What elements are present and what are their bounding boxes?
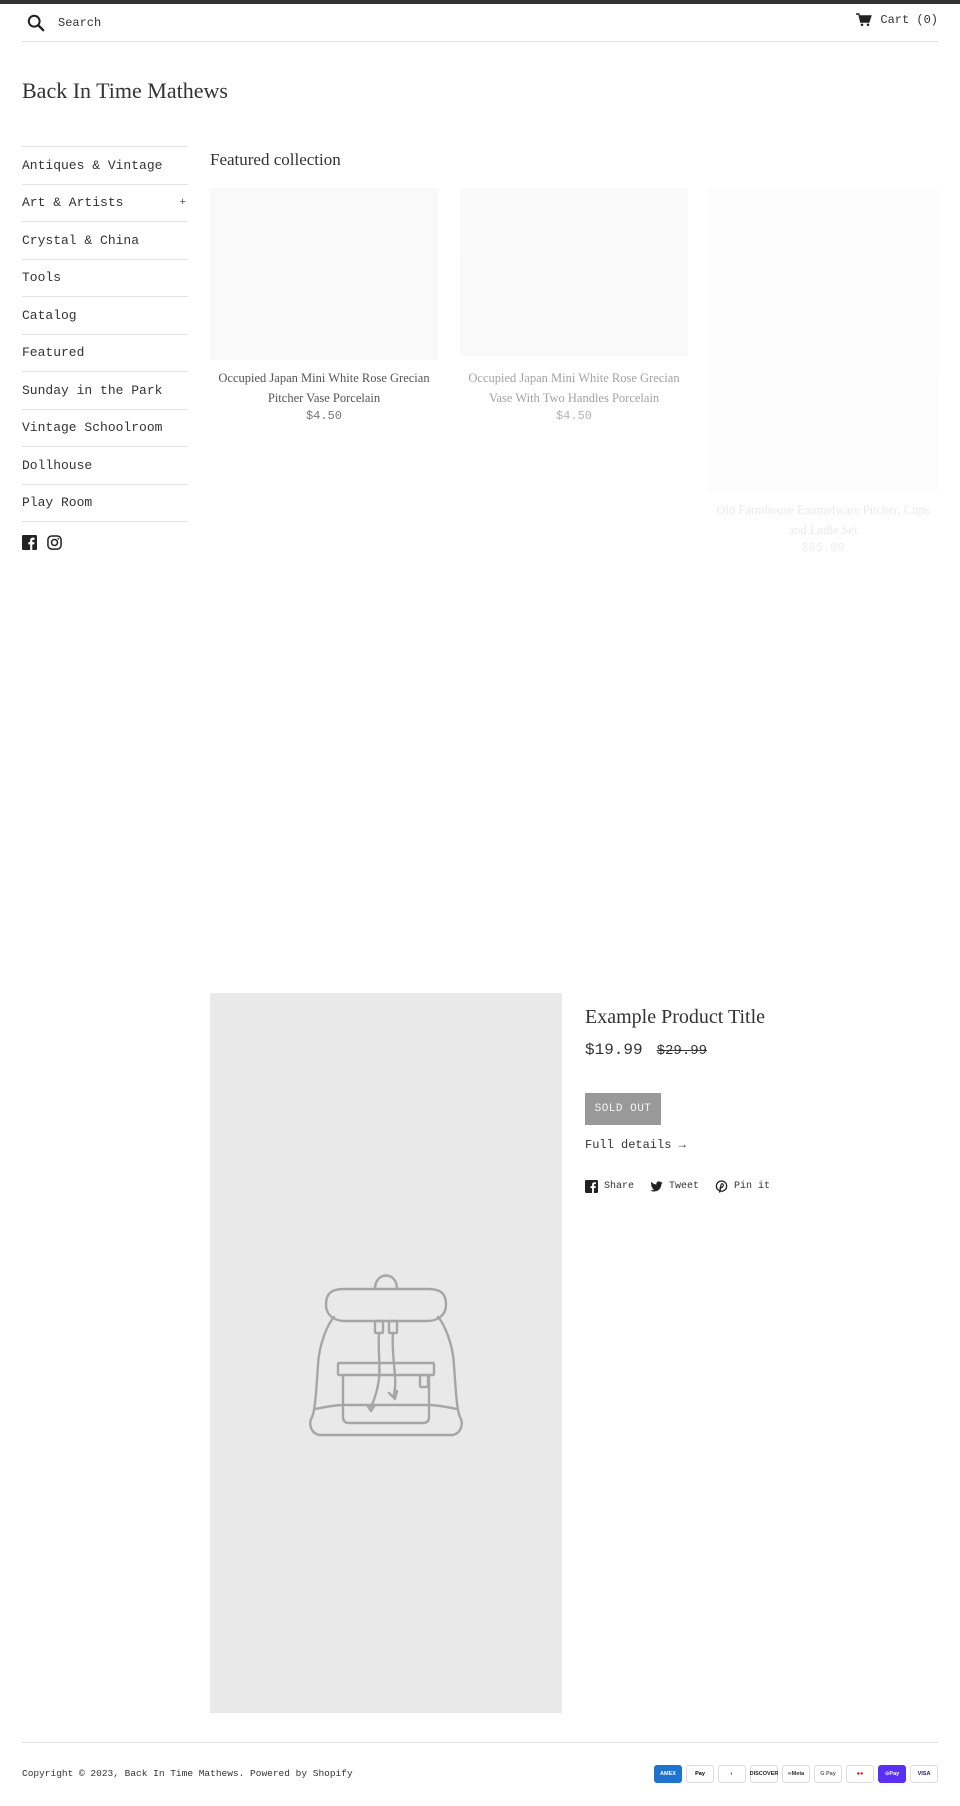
search-input[interactable] [58,11,298,35]
sidebar-item-label: Play Room [22,495,93,511]
product-card[interactable]: Old Farmhouse Enamelware Pitcher, Cups a… [708,188,938,555]
facebook-icon[interactable] [22,535,37,550]
expand-icon[interactable]: + [179,197,188,209]
sidebar-item-label: Tools [22,270,62,286]
cart-icon [856,13,873,27]
instagram-icon[interactable] [47,535,62,550]
product-price: $4.50 [555,409,592,423]
site-header: Cart (0) [22,4,938,42]
sidebar-item-featured[interactable]: Featured [22,335,188,372]
share-label: Pin it [734,1181,771,1192]
search-icon[interactable] [27,14,45,32]
sidebar-item-label: Crystal & China [22,232,140,248]
product-title[interactable]: Occupied Japan Mini White Rose Grecian V… [460,368,688,408]
sidebar-item-label: Dollhouse [22,457,93,473]
copyright-text[interactable]: Copyright © 2023, Back In Time Mathews. … [22,1768,353,1779]
sidebar-item-dollhouse[interactable]: Dollhouse [22,447,188,485]
payment-icons: AMEX Pay ◐ DISCOVER ∞Meta G Pay ●● ⊙Pay VISA [654,1765,938,1783]
sidebar-nav: Antiques & Vintage Art & Artists + Crysta… [22,146,188,522]
shop-pay-icon: ⊙Pay [878,1765,906,1783]
twitter-icon [650,1181,663,1192]
product-price: $4.50 [305,409,342,423]
sidebar-item-vintage-schoolroom[interactable]: Vintage Schoolroom [22,410,188,447]
sidebar-item-label: Vintage Schoolroom [22,420,163,436]
backpack-icon [309,1274,463,1437]
sold-out-button[interactable]: SOLD OUT [585,1093,661,1125]
visa-icon: VISA [910,1765,938,1783]
sale-price: $19.99 [585,1041,643,1059]
pinterest-icon [715,1180,728,1193]
product-title[interactable]: Occupied Japan Mini White Rose Grecian P… [210,368,438,408]
meta-pay-icon: ∞Meta [782,1765,810,1783]
sidebar-item-sunday-in-the-park[interactable]: Sunday in the Park [22,372,188,410]
share-pinterest-button[interactable]: Pin it [715,1180,770,1193]
social-links [22,535,62,550]
google-pay-icon: G Pay [814,1765,842,1783]
sidebar-item-catalog[interactable]: Catalog [22,297,188,335]
compare-at-price: $29.99 [656,1043,708,1059]
sidebar-item-label: Sunday in the Park [22,382,163,398]
sidebar-item-label: Antiques & Vintage [22,157,163,173]
product-image[interactable] [210,188,438,360]
price-row: $19.99 $29.99 [585,1041,707,1059]
product-image[interactable] [708,188,938,492]
sidebar-item-play-room[interactable]: Play Room [22,485,188,522]
share-facebook-button[interactable]: Share [585,1180,634,1193]
product-card[interactable]: Occupied Japan Mini White Rose Grecian P… [210,188,438,423]
diners-club-icon: ◐ [718,1765,746,1783]
example-product-title[interactable]: Example Product Title [585,1006,765,1029]
apple-pay-icon: Pay [686,1765,714,1783]
product-price: $65.00 [801,541,845,555]
product-title[interactable]: Old Farmhouse Enamelware Pitcher, Cups a… [708,500,938,540]
sidebar-item-tools[interactable]: Tools [22,260,188,297]
facebook-icon [585,1180,598,1193]
mastercard-icon: ●● [846,1765,874,1783]
product-image[interactable] [460,188,688,356]
discover-icon: DISCOVER [750,1765,778,1783]
sidebar-item-label: Featured [22,345,85,361]
sidebar-item-antiques-vintage[interactable]: Antiques & Vintage [22,147,188,185]
footer-divider [22,1742,938,1743]
product-image-placeholder [210,993,562,1713]
sidebar-item-label: Catalog [22,307,77,323]
share-label: Tweet [669,1181,700,1192]
share-label: Share [604,1181,635,1192]
sidebar-item-label: Art & Artists [22,195,124,211]
cart-label: Cart (0) [880,13,938,27]
sidebar-list: Antiques & Vintage Art & Artists + Crysta… [22,146,188,522]
cart-link[interactable]: Cart (0) [856,13,938,27]
product-card[interactable]: Occupied Japan Mini White Rose Grecian V… [460,188,688,423]
featured-collection-title: Featured collection [210,150,341,169]
full-details-link[interactable]: Full details → [585,1138,686,1152]
social-sharing: Share Tweet Pin it [585,1180,770,1193]
sidebar-item-art-artists[interactable]: Art & Artists + [22,185,188,222]
sidebar-item-crystal-china[interactable]: Crystal & China [22,222,188,260]
site-title[interactable]: Back In Time Mathews [22,78,228,104]
share-twitter-button[interactable]: Tweet [650,1180,699,1193]
american-express-icon: AMEX [654,1765,682,1783]
